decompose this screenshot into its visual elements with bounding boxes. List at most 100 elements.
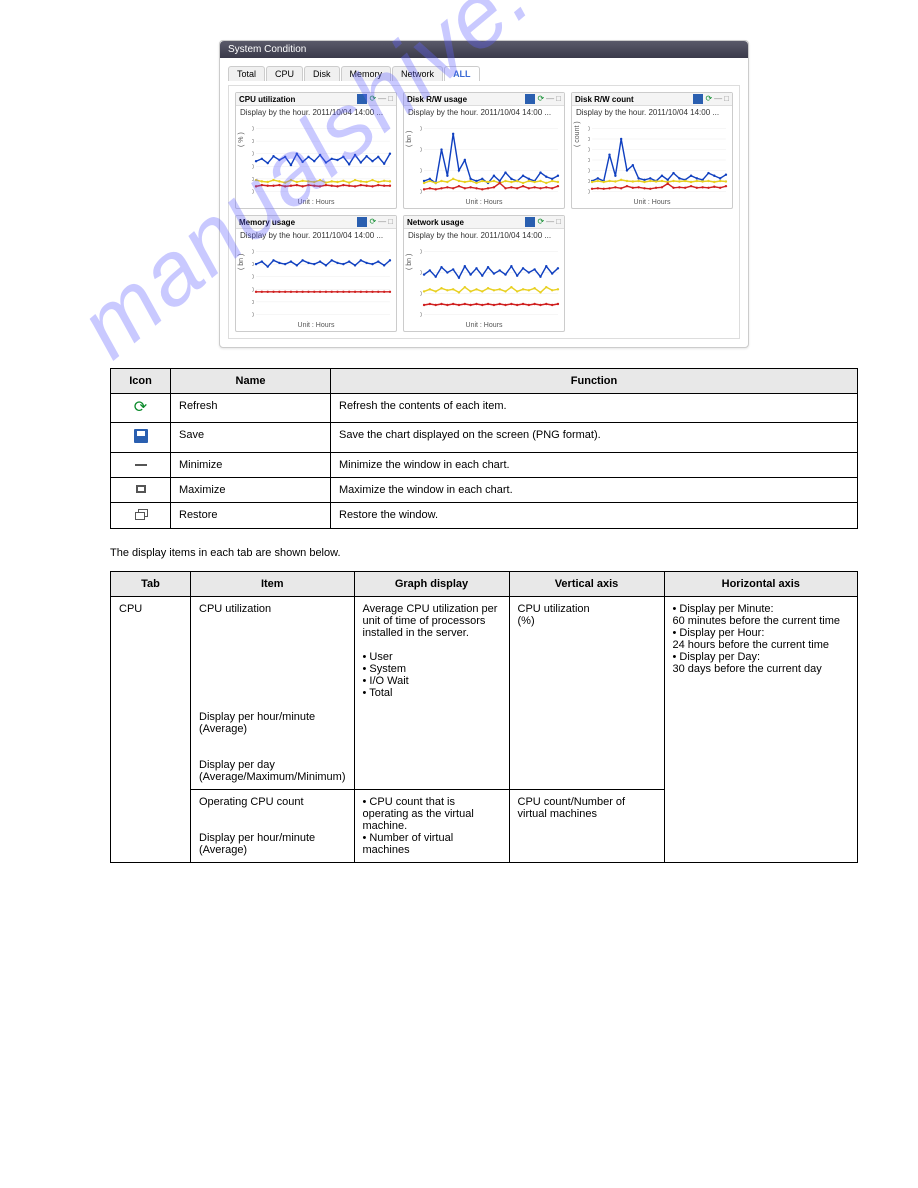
maximize-icon[interactable]: □ xyxy=(388,217,393,227)
t2-item-1: Operating CPU count Display per hour/min… xyxy=(191,790,355,863)
svg-text:40: 40 xyxy=(252,164,254,170)
minimize-icon[interactable]: — xyxy=(714,94,722,104)
section-text: The display items in each tab are shown … xyxy=(110,547,858,559)
svg-text:20: 20 xyxy=(420,169,422,175)
chart-ylabel: ( count ) xyxy=(574,121,581,147)
t1-name-4: Restore xyxy=(171,503,331,529)
save-icon[interactable] xyxy=(525,217,535,227)
refresh-icon[interactable]: ⟳ xyxy=(369,217,376,227)
svg-text:40: 40 xyxy=(252,262,254,268)
t2-h-haxis: Horizontal axis xyxy=(664,572,858,597)
save-icon[interactable] xyxy=(525,94,535,104)
chart-card: CPU utilization ⟳ — □ Display by the hou… xyxy=(235,92,397,209)
save-icon[interactable] xyxy=(693,94,703,104)
t1-h-icon: Icon xyxy=(111,369,171,394)
t1-h-func: Function xyxy=(331,369,858,394)
minimize-icon[interactable]: — xyxy=(546,94,554,104)
svg-text:8000: 8000 xyxy=(588,148,590,154)
minimize-icon[interactable]: — xyxy=(546,217,554,227)
tab-memory[interactable]: Memory xyxy=(341,66,392,81)
chart-caption: Display by the hour. 2011/10/04 14:00 ..… xyxy=(404,106,564,119)
panel-title: System Condition xyxy=(220,41,748,58)
table-row: Maximize Maximize the window in each cha… xyxy=(111,478,858,503)
chart-card: Memory usage ⟳ — □ Display by the hour. … xyxy=(235,215,397,332)
save-icon xyxy=(134,429,148,443)
svg-text:40: 40 xyxy=(420,271,422,277)
t1-h-name: Name xyxy=(171,369,331,394)
chart-title: Disk R/W usage xyxy=(407,95,467,104)
t1-name-2: Minimize xyxy=(171,453,331,478)
t2-h-item: Item xyxy=(191,572,355,597)
table-row: ⟳ Refresh Refresh the contents of each i… xyxy=(111,394,858,423)
maximize-icon[interactable]: □ xyxy=(556,94,561,104)
chart-caption: Display by the hour. 2011/10/04 14:00 ..… xyxy=(404,229,564,242)
svg-text:0: 0 xyxy=(588,189,590,195)
t2-vaxis-1: CPU count/Number of virtual machines xyxy=(509,790,664,863)
save-icon[interactable] xyxy=(357,217,367,227)
chart-ylabel: ( % ) xyxy=(238,132,245,147)
chart-svg: 0 20 40 60 80 100 xyxy=(252,121,394,199)
svg-text:0: 0 xyxy=(420,312,422,318)
maximize-icon[interactable]: □ xyxy=(724,94,729,104)
chart-card: Network usage ⟳ — □ Display by the hour.… xyxy=(403,215,565,332)
minimize-icon xyxy=(135,464,147,466)
refresh-icon: ⟳ xyxy=(133,400,149,416)
chart-title: CPU utilization xyxy=(239,95,295,104)
chart-caption: Display by the hour. 2011/10/04 14:00 ..… xyxy=(572,106,732,119)
table-row: CPU CPU utilization Display per hour/min… xyxy=(111,597,858,790)
refresh-icon[interactable]: ⟳ xyxy=(537,217,544,227)
svg-text:10000: 10000 xyxy=(588,137,590,143)
svg-text:6000: 6000 xyxy=(588,158,590,164)
t1-name-3: Maximize xyxy=(171,478,331,503)
tab-network[interactable]: Network xyxy=(392,66,443,81)
svg-text:12000: 12000 xyxy=(588,127,590,133)
svg-text:0: 0 xyxy=(420,189,422,195)
system-condition-panel: System Condition Total CPU Disk Memory N… xyxy=(219,40,749,348)
chart-svg: 0 10 20 30 40 50 xyxy=(252,244,394,322)
tab-all[interactable]: ALL xyxy=(444,66,480,81)
svg-text:80: 80 xyxy=(252,139,254,145)
svg-text:30: 30 xyxy=(252,275,254,281)
minimize-icon[interactable]: — xyxy=(378,217,386,227)
tab-disk[interactable]: Disk xyxy=(304,66,340,81)
chart-card: Disk R/W usage ⟳ — □ Display by the hour… xyxy=(403,92,565,209)
t2-vaxis-0: CPU utilization (%) xyxy=(509,597,664,790)
svg-text:20: 20 xyxy=(420,292,422,298)
maximize-icon[interactable]: □ xyxy=(556,217,561,227)
tab-cpu[interactable]: CPU xyxy=(266,66,303,81)
svg-text:60: 60 xyxy=(420,250,422,256)
table-row: Minimize Minimize the window in each cha… xyxy=(111,453,858,478)
svg-text:0: 0 xyxy=(252,189,254,195)
t2-h-vaxis: Vertical axis xyxy=(509,572,664,597)
svg-text:20: 20 xyxy=(252,287,254,293)
refresh-icon[interactable]: ⟳ xyxy=(369,94,376,104)
svg-text:60: 60 xyxy=(252,152,254,158)
chart-title: Memory usage xyxy=(239,218,295,227)
chart-ylabel: ( bn ) xyxy=(238,254,245,270)
svg-text:0: 0 xyxy=(252,312,254,318)
table-row: Save Save the chart displayed on the scr… xyxy=(111,423,858,453)
refresh-icon[interactable]: ⟳ xyxy=(537,94,544,104)
chart-caption: Display by the hour. 2011/10/04 14:00 ..… xyxy=(236,106,396,119)
chart-svg: 0 20 40 60 xyxy=(420,244,562,322)
chart-svg: 0204060 xyxy=(420,121,562,199)
svg-text:10: 10 xyxy=(252,300,254,306)
minimize-icon[interactable]: — xyxy=(378,94,386,104)
refresh-icon[interactable]: ⟳ xyxy=(705,94,712,104)
t2-tab-0: CPU xyxy=(111,597,191,863)
t2-graph-1: • CPU count that is operating as the vir… xyxy=(354,790,509,863)
svg-text:50: 50 xyxy=(252,250,254,256)
svg-text:100: 100 xyxy=(252,127,254,133)
svg-text:20: 20 xyxy=(252,177,254,183)
chart-svg: 020004000600080001000012000 xyxy=(588,121,730,199)
chart-title: Disk R/W count xyxy=(575,95,634,104)
t2-graph-0: Average CPU utilization per unit of time… xyxy=(354,597,509,790)
tab-total[interactable]: Total xyxy=(228,66,265,81)
maximize-icon[interactable]: □ xyxy=(388,94,393,104)
save-icon[interactable] xyxy=(357,94,367,104)
icon-table: Icon Name Function ⟳ Refresh Refresh the… xyxy=(110,368,858,529)
t1-func-4: Restore the window. xyxy=(331,503,858,529)
tab-items-table: Tab Item Graph display Vertical axis Hor… xyxy=(110,571,858,863)
chart-ylabel: ( bn ) xyxy=(406,131,413,147)
chart-card: Disk R/W count ⟳ — □ Display by the hour… xyxy=(571,92,733,209)
